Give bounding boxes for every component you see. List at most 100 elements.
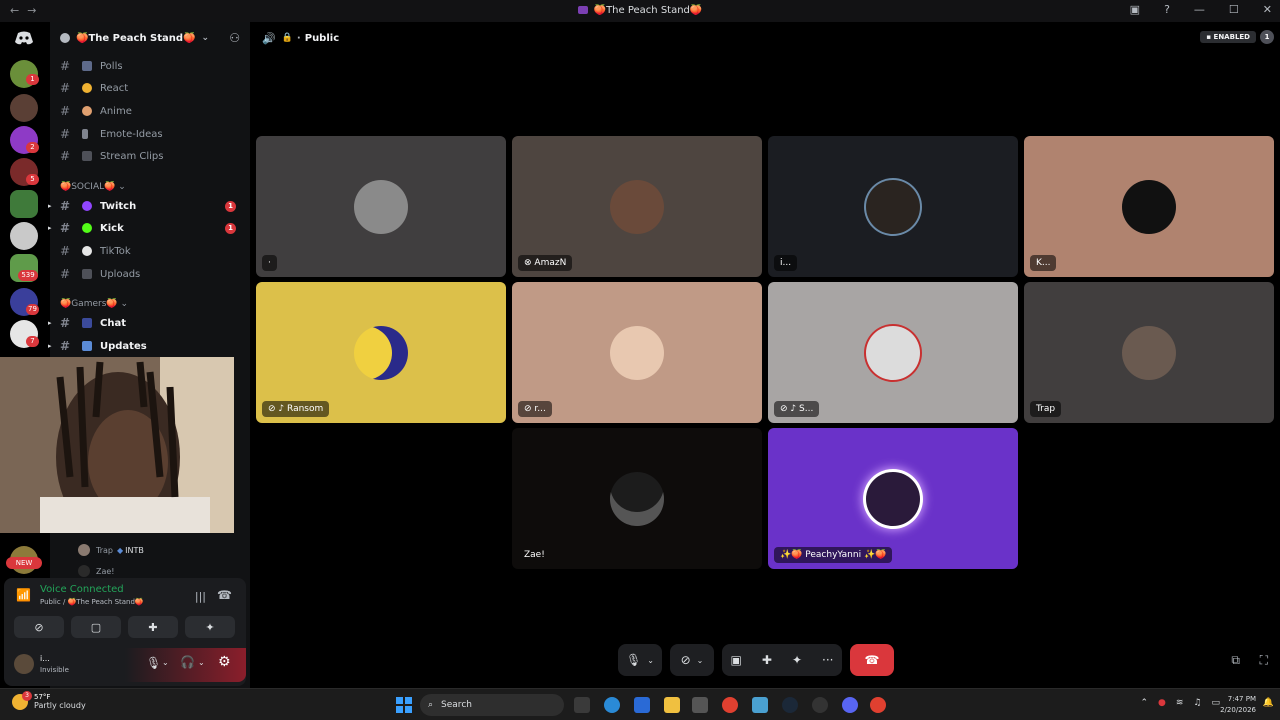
app2-icon[interactable]	[812, 697, 828, 713]
member-name: Zae!	[96, 566, 115, 576]
participant-name: ⊗ AmazN	[518, 255, 573, 271]
mute-button[interactable]: 🎙 ⌄	[618, 644, 662, 676]
user-panel: i... Invisible 🎙 ⌄ 🎧 ⌄ ⚙	[4, 648, 246, 682]
server-icon-5[interactable]	[10, 190, 38, 218]
activity-controls: ▣ ✚ ✦ ···	[722, 644, 842, 676]
chevron-up-icon[interactable]: ⌃	[1140, 698, 1148, 708]
chevron-down-icon: ⌄	[647, 655, 654, 665]
taskview-icon[interactable]	[574, 697, 590, 713]
participant-tile[interactable]: ⊘ ♪ S...	[768, 282, 1018, 423]
steam-icon[interactable]	[782, 697, 798, 713]
channel-uploads[interactable]: # Uploads	[60, 264, 246, 284]
participant-tile[interactable]: ⊘ ♪ Ransom	[256, 282, 506, 423]
new-badge[interactable]: NEW	[6, 557, 42, 569]
weather-widget[interactable]: 3 57°F Partly cloudy	[12, 691, 86, 710]
soundboard-button[interactable]: ✦	[185, 616, 235, 638]
close-button[interactable]: ✕	[1263, 3, 1272, 16]
avatar	[78, 544, 90, 556]
participant-tile[interactable]: ·	[256, 136, 506, 277]
battery-icon[interactable]: ▭	[1211, 698, 1220, 708]
app-icon[interactable]	[692, 697, 708, 713]
notification-bell-icon[interactable]: 🔔	[1263, 698, 1274, 708]
category-gamers[interactable]: 🍑Gamers🍑 ⌄	[60, 299, 128, 309]
noise-icon[interactable]: |||	[195, 590, 206, 603]
microphone-icon[interactable]: 🎙	[146, 656, 161, 670]
wifi-icon[interactable]: ≋	[1176, 698, 1184, 708]
channel-kick[interactable]: ▸ # Kick 1	[48, 218, 246, 238]
voice-location[interactable]: Public / 🍑The Peach Stand🍑	[40, 598, 144, 606]
file-explorer-icon[interactable]	[664, 697, 680, 713]
server-icon-2[interactable]	[10, 94, 38, 122]
participant-name: i...	[774, 255, 798, 271]
more-options-icon[interactable]: ···	[822, 653, 833, 667]
channel-label: Emote-Ideas	[100, 128, 163, 140]
soundboard-icon[interactable]: ✦	[792, 653, 802, 667]
disconnect-icon[interactable]: ☎	[217, 588, 232, 602]
channel-emote-ideas[interactable]: # Emote-Ideas	[60, 124, 246, 144]
participant-tile[interactable]: K...	[1024, 136, 1274, 277]
camera-button[interactable]: ⊘ ⌄	[670, 644, 714, 676]
screen-share-button[interactable]: ▢	[71, 616, 121, 638]
hash-icon: #	[60, 149, 71, 163]
participant-tile[interactable]: Trap	[1024, 282, 1274, 423]
leave-call-button[interactable]: ☎	[850, 644, 894, 676]
channel-polls[interactable]: # Polls	[60, 56, 246, 76]
camera-toggle-button[interactable]: ⊘	[14, 616, 64, 638]
channel-react[interactable]: # React	[60, 78, 246, 98]
category-social[interactable]: 🍑SOCIAL🍑 ⌄	[60, 182, 126, 192]
channel-tiktok[interactable]: # TikTok	[60, 241, 246, 261]
headphones-icon[interactable]: 🎧	[180, 655, 195, 669]
category-label: 🍑SOCIAL🍑	[60, 182, 116, 192]
inbox-count-icon[interactable]: 1	[1260, 30, 1274, 44]
channel-stream-clips[interactable]: # Stream Clips	[60, 146, 246, 166]
maximize-button[interactable]: ☐	[1229, 3, 1239, 16]
channel-updates[interactable]: ▸ # Updates	[48, 336, 246, 356]
chrome-icon[interactable]	[722, 697, 738, 713]
hash-icon: #	[60, 339, 71, 353]
participant-tile-speaking[interactable]: ✨🍑 PeachyYanni ✨🍑	[768, 428, 1018, 569]
photos-icon[interactable]	[752, 697, 768, 713]
microphone-icon[interactable]: ●	[1158, 698, 1166, 708]
minimize-button[interactable]: —	[1194, 3, 1205, 16]
channel-chat[interactable]: ▸ # Chat	[48, 313, 246, 333]
help-icon[interactable]: ?	[1164, 3, 1170, 16]
enabled-badge[interactable]: ▪ ENABLED	[1200, 31, 1256, 43]
chevron-down-icon[interactable]: ⌄	[162, 658, 169, 667]
add-member-icon[interactable]: ⚇	[229, 31, 240, 45]
popout-icon[interactable]: ⧉	[1231, 653, 1240, 668]
fullscreen-icon[interactable]: ⛶	[1260, 653, 1268, 668]
discord-home-icon[interactable]	[14, 31, 34, 45]
participant-tile[interactable]: Zae!	[512, 428, 762, 569]
settings-gear-icon[interactable]: ⚙	[218, 654, 231, 670]
participant-name-text: Ransom	[287, 404, 324, 414]
chevron-down-icon[interactable]: ⌄	[198, 658, 205, 667]
caret-icon: ▸	[48, 224, 52, 232]
server-header[interactable]: 🍑The Peach Stand🍑 ⌄ ⚇	[50, 22, 250, 54]
start-button[interactable]	[396, 697, 412, 713]
activities-icon[interactable]: ✚	[762, 653, 772, 667]
soundboard-icon: ♪	[278, 404, 288, 414]
voice-member-zae[interactable]: Zae!	[78, 564, 115, 578]
taskbar-search[interactable]: ⌕ Search	[420, 694, 564, 716]
chevron-down-icon: ⌄	[118, 182, 126, 192]
volume-icon[interactable]: ♫	[1193, 698, 1201, 708]
camera-preview[interactable]	[0, 357, 234, 533]
channel-twitch[interactable]: ▸ # Twitch 1	[48, 196, 246, 216]
avatar[interactable]	[14, 654, 34, 674]
channel-anime[interactable]: # Anime	[60, 101, 246, 121]
store-icon[interactable]	[634, 697, 650, 713]
edge-icon[interactable]	[604, 697, 620, 713]
server-icon-6[interactable]	[10, 222, 38, 250]
screen-share-icon[interactable]: ▣	[731, 653, 742, 667]
activities-button[interactable]: ✚	[128, 616, 178, 638]
chrome2-icon[interactable]	[870, 697, 886, 713]
discord-taskbar-icon[interactable]	[842, 697, 858, 713]
inbox-icon[interactable]: ▣	[1130, 3, 1140, 16]
channel-label: Chat	[100, 317, 126, 329]
participant-tile[interactable]: ⊘ r...	[512, 282, 762, 423]
voice-member-trap[interactable]: Trap ◆ INTB	[78, 543, 144, 557]
participant-tile[interactable]: ⊗ AmazN	[512, 136, 762, 277]
clock[interactable]: 7:47 PM 2/20/2026	[1220, 694, 1256, 716]
participant-tile[interactable]: i...	[768, 136, 1018, 277]
participant-name: ·	[262, 255, 277, 271]
